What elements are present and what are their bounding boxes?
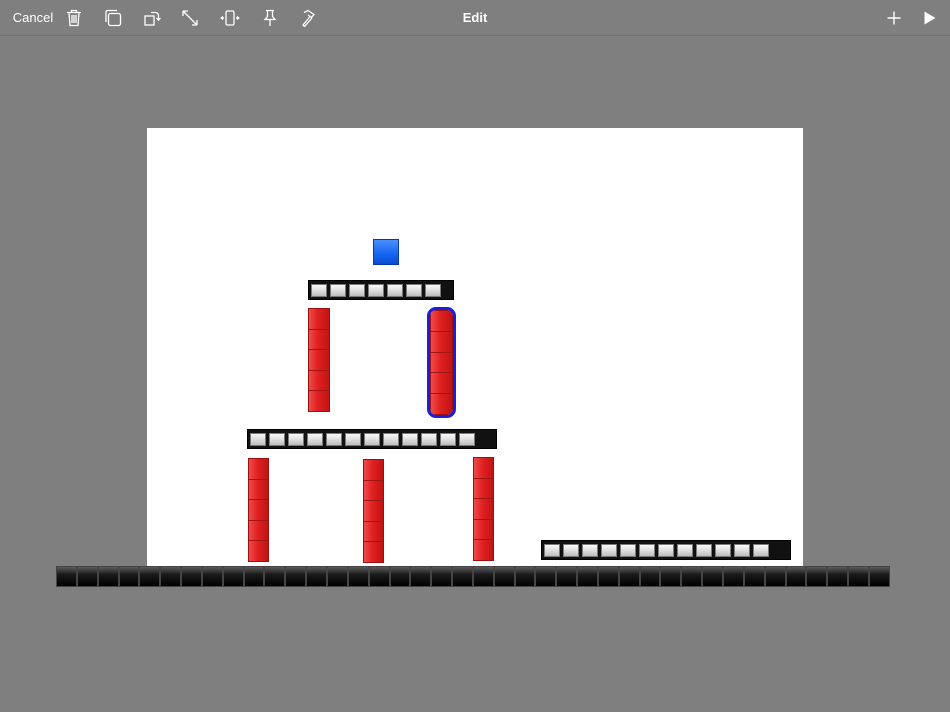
duplicate-icon[interactable] (103, 0, 123, 35)
platform-cell (368, 283, 384, 297)
platform-cell (677, 543, 693, 557)
red-column[interactable] (248, 458, 269, 562)
platform-cell (250, 432, 266, 446)
ground-cell (452, 566, 473, 587)
red-column-selected[interactable] (427, 307, 456, 418)
ground-cell (243, 566, 265, 587)
red-column[interactable] (308, 308, 330, 412)
red-column[interactable] (363, 459, 384, 563)
ground-cell (868, 566, 890, 587)
ground-cell (389, 566, 411, 587)
ground-cell (160, 566, 182, 587)
platform-cell (307, 432, 323, 446)
platform-cell (383, 432, 399, 446)
ground-cell (556, 566, 578, 587)
plus-icon[interactable] (884, 0, 904, 35)
cancel-button[interactable]: Cancel (8, 0, 58, 35)
ground-cell (535, 566, 557, 587)
platform-cell (440, 432, 456, 446)
ground-cell (410, 566, 432, 587)
platform-cell (582, 543, 598, 557)
ground-cell (76, 566, 98, 587)
ground-cell (702, 566, 723, 587)
platform-cell (288, 432, 304, 446)
ground-cell (618, 566, 640, 587)
ground-cell (514, 566, 536, 587)
ground-cell (785, 566, 807, 587)
resize-icon[interactable] (180, 0, 200, 35)
trash-icon[interactable] (64, 0, 84, 35)
ground-cell (56, 566, 77, 587)
ground-cell (493, 566, 515, 587)
toolbar: Cancel Edit (0, 0, 950, 36)
blue-box[interactable] (373, 239, 399, 265)
ground-cell (827, 566, 849, 587)
platform-cell (349, 283, 365, 297)
platform-cell (330, 283, 346, 297)
ground-cell (97, 566, 119, 587)
ground-cell (723, 566, 744, 587)
platform-cell (402, 432, 418, 446)
ground-cell (639, 566, 661, 587)
ground-strip[interactable] (56, 566, 890, 587)
ground-cell (181, 566, 202, 587)
platform-cell (269, 432, 285, 446)
platform-cell (544, 543, 560, 557)
platform-cell (364, 432, 380, 446)
ground-cell (681, 566, 703, 587)
page-title: Edit (462, 10, 488, 25)
top-platform[interactable] (308, 280, 454, 300)
platform-cell (639, 543, 655, 557)
platform-cell (387, 283, 403, 297)
ground-cell (201, 566, 223, 587)
platform-cell (658, 543, 674, 557)
ground-cell (660, 566, 682, 587)
ground-cell (326, 566, 348, 587)
ground-cell (764, 566, 786, 587)
ground-cell (306, 566, 327, 587)
ground-cell (577, 566, 598, 587)
play-icon[interactable] (920, 0, 940, 35)
platform-cell (601, 543, 617, 557)
middle-platform[interactable] (247, 429, 497, 449)
ground-cell (431, 566, 453, 587)
platform-cell (563, 543, 579, 557)
platform-cell (753, 543, 769, 557)
platform-cell (406, 283, 422, 297)
platform-cell (425, 283, 441, 297)
platform-cell (421, 432, 437, 446)
ground-cell (139, 566, 161, 587)
platform-cell (311, 283, 327, 297)
platform-cell (715, 543, 731, 557)
ground-cell (848, 566, 869, 587)
ground-cell (472, 566, 494, 587)
platform-cell (345, 432, 361, 446)
right-platform[interactable] (541, 540, 791, 560)
flip-icon[interactable] (220, 0, 240, 35)
ground-cell (264, 566, 286, 587)
red-column[interactable] (473, 457, 494, 561)
ground-cell (222, 566, 244, 587)
hammer-icon[interactable] (300, 0, 322, 35)
platform-cell (734, 543, 750, 557)
ground-cell (743, 566, 765, 587)
platform-cell (620, 543, 636, 557)
pin-icon[interactable] (260, 0, 280, 35)
ground-cell (118, 566, 140, 587)
ground-cell (368, 566, 390, 587)
platform-cell (459, 432, 475, 446)
platform-cell (326, 432, 342, 446)
ground-cell (597, 566, 619, 587)
ground-cell (806, 566, 828, 587)
rotate-icon[interactable] (142, 0, 162, 35)
ground-cell (285, 566, 307, 587)
platform-cell (696, 543, 712, 557)
ground-cell (347, 566, 369, 587)
